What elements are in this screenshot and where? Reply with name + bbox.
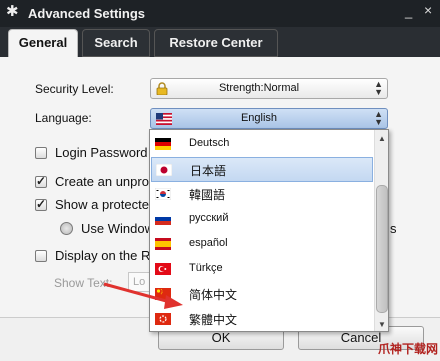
- annotation-arrow-icon: [103, 282, 183, 309]
- watermark: 爪神下载网: [378, 342, 439, 356]
